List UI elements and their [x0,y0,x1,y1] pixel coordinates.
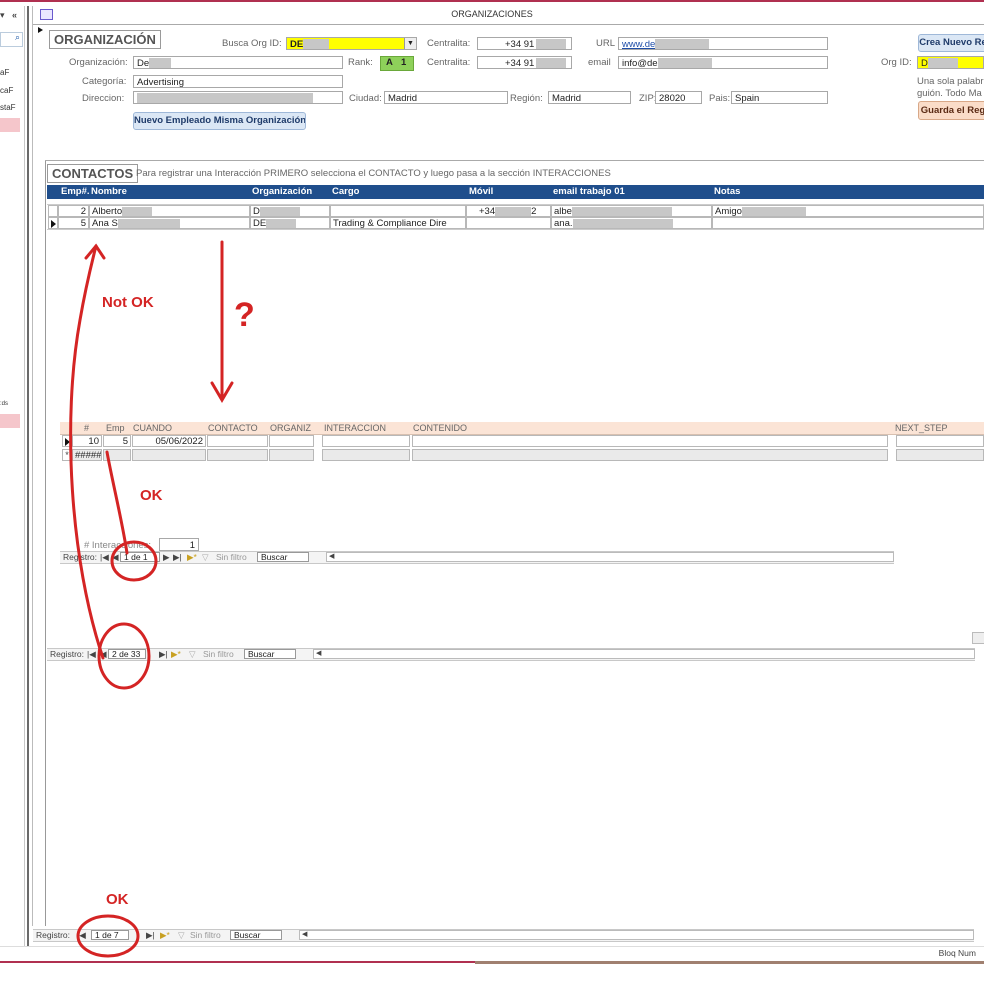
annotation-ok-1: OK [140,487,163,504]
ellipse-contactos-nav [97,622,151,690]
annotation-ok-2: OK [106,891,129,908]
ok-pointer-line [105,450,129,555]
annotation-question: ? [234,296,255,334]
not-ok-arrow [69,244,105,660]
ellipse-main-nav [76,914,140,958]
annotation-not-ok: Not OK [102,294,154,311]
ellipse-interacciones-nav [110,540,158,582]
